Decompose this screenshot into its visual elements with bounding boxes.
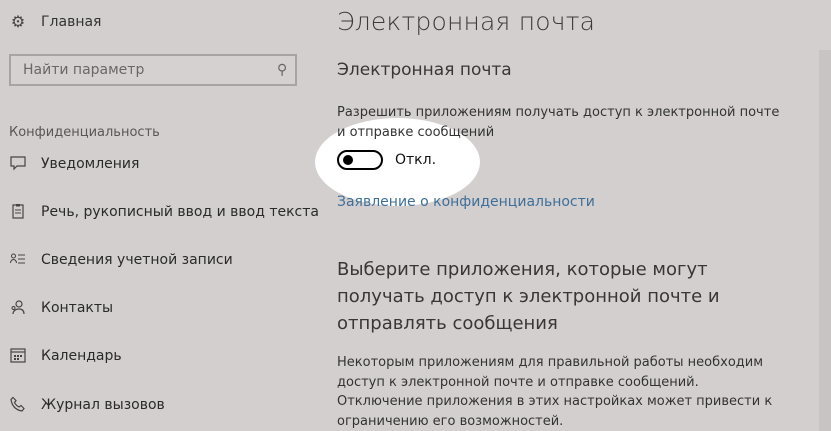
toggle-state-label: Откл. bbox=[395, 152, 437, 168]
section-label: Конфиденциальность bbox=[9, 125, 160, 140]
notification-icon bbox=[9, 155, 27, 173]
email-access-toggle-row[interactable]: Откл. bbox=[337, 150, 436, 170]
toggle-knob bbox=[343, 155, 353, 165]
email-access-toggle[interactable] bbox=[337, 150, 383, 170]
main-content: Электронная почта Электронная почта Разр… bbox=[337, 0, 807, 431]
sidebar-item-calendar[interactable]: Календарь bbox=[9, 344, 122, 368]
sidebar-item-account-info[interactable]: Сведения учетной записи bbox=[9, 248, 233, 272]
sidebar-item-label: Календарь bbox=[41, 348, 122, 364]
account-info-icon bbox=[9, 251, 27, 269]
sidebar-item-label: Речь, рукописный ввод и ввод текста bbox=[41, 204, 319, 220]
search-box[interactable]: ⚲ bbox=[9, 54, 297, 86]
scrollbar[interactable] bbox=[819, 50, 831, 431]
sidebar-home[interactable]: ⚙ Главная bbox=[9, 10, 102, 34]
sidebar-item-contacts[interactable]: Контакты bbox=[9, 296, 113, 320]
clipboard-icon bbox=[9, 203, 27, 221]
sidebar-item-label: Сведения учетной записи bbox=[41, 252, 233, 268]
page-title: Электронная почта bbox=[337, 7, 596, 36]
sidebar-home-label: Главная bbox=[41, 14, 102, 30]
call-history-icon bbox=[9, 396, 27, 414]
privacy-statement-link[interactable]: Заявление о конфиденциальности bbox=[337, 194, 595, 210]
apps-section-heading: Выберите приложения, которые могут получ… bbox=[337, 259, 720, 334]
sidebar: ⚙ Главная ⚲ Конфиденциальность Уведомлен… bbox=[0, 0, 319, 431]
gear-icon: ⚙ bbox=[10, 12, 26, 31]
calendar-icon bbox=[9, 347, 27, 365]
sidebar-item-notifications[interactable]: Уведомления bbox=[9, 152, 139, 176]
setting-description: Разрешить приложениям получать доступ к … bbox=[337, 105, 780, 140]
search-icon[interactable]: ⚲ bbox=[277, 62, 287, 78]
contacts-icon bbox=[9, 299, 27, 317]
sidebar-item-label: Контакты bbox=[41, 300, 114, 316]
search-input[interactable] bbox=[23, 62, 253, 78]
sidebar-item-call-history[interactable]: Журнал вызовов bbox=[9, 393, 165, 417]
apps-section-description: Некоторым приложениям для правильной раб… bbox=[337, 355, 773, 429]
sidebar-item-speech[interactable]: Речь, рукописный ввод и ввод текста bbox=[9, 200, 319, 224]
sidebar-item-label: Журнал вызовов bbox=[41, 397, 165, 413]
section-title: Электронная почта bbox=[337, 60, 512, 80]
sidebar-item-label: Уведомления bbox=[41, 156, 140, 172]
